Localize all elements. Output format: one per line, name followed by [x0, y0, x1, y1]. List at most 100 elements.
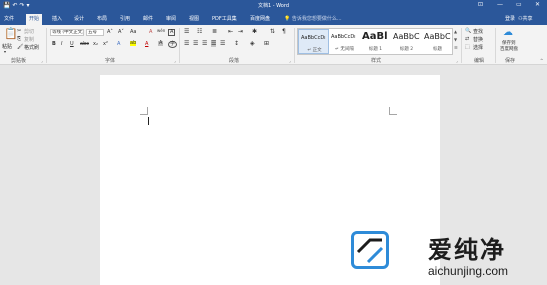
crop-mark-top-left [140, 107, 148, 115]
gallery-more-icon[interactable]: ☰ [454, 45, 458, 50]
group-separator [461, 28, 462, 63]
subscript-button[interactable]: x₂ [93, 41, 98, 47]
style-sample: AaBbC [424, 32, 451, 41]
font-name-combo[interactable]: 等线 (中文正文) [50, 29, 84, 36]
shading-icon[interactable]: ◈ [250, 40, 255, 47]
watermark-logo [351, 231, 389, 269]
style-no-spacing[interactable]: AaBbCcDı ↵ 无间隔 [329, 29, 360, 54]
format-painter-button[interactable]: 格式刷 [24, 44, 39, 51]
superscript-button[interactable]: x² [103, 41, 108, 47]
tab-mailings[interactable]: 邮件 [143, 15, 153, 22]
bold-button[interactable]: B [52, 41, 56, 47]
font-dialog-launcher[interactable]: ⌟ [174, 58, 176, 63]
font-size-combo[interactable]: 五号 [86, 29, 104, 36]
text-effects-button[interactable]: A [117, 41, 120, 47]
line-spacing-icon[interactable]: ↕ [234, 40, 239, 47]
styles-dialog-launcher[interactable]: ⌟ [456, 58, 458, 63]
watermark-url: aichunjing.com [428, 264, 509, 278]
minimize-icon[interactable]: — [497, 1, 503, 8]
style-heading-1[interactable]: AaBl 标题 1 [360, 29, 391, 54]
character-shading-button[interactable]: A [158, 41, 164, 46]
save-to-baidu-button-line2[interactable]: 百度网盘 [500, 46, 518, 52]
phonetic-guide-button[interactable]: wén [157, 28, 165, 33]
close-icon[interactable]: ✕ [535, 1, 540, 8]
decrease-indent-icon[interactable]: ⇤ [228, 28, 233, 35]
tab-review[interactable]: 审阅 [166, 15, 176, 22]
clipboard-dialog-launcher[interactable]: ⌟ [41, 58, 43, 63]
watermark-title: 爱纯净 [428, 236, 506, 264]
style-name: 标题 2 [399, 47, 414, 52]
select-button[interactable]: 选择 [473, 44, 483, 51]
distributed-icon[interactable]: ☰ [220, 40, 225, 47]
tab-pdf-tools[interactable]: PDF工具集 [212, 15, 237, 22]
cut-button[interactable]: 剪切 [24, 28, 34, 35]
tell-me-search[interactable]: 💡 告诉我您想要做什么... [284, 15, 342, 22]
style-name: ↵ 正文 [307, 48, 322, 53]
share-button[interactable]: ⚇共享 [518, 15, 533, 22]
paragraph-dialog-launcher[interactable]: ⌟ [289, 58, 291, 63]
replace-icon[interactable]: ⇄ [465, 36, 469, 43]
increase-indent-icon[interactable]: ⇥ [238, 28, 243, 35]
tab-references[interactable]: 引用 [120, 15, 130, 22]
bullets-icon[interactable]: ☰ [184, 28, 189, 35]
cloud-icon[interactable]: ☁ [503, 28, 513, 38]
justify-icon[interactable]: ☰ [211, 40, 217, 47]
grow-font-button[interactable]: A˄ [107, 29, 113, 35]
styles-gallery: AaBbCcDı ↵ 正文 AaBbCcDı ↵ 无间隔 AaBl 标题 1 A… [297, 28, 453, 55]
tab-design[interactable]: 设计 [74, 15, 84, 22]
tab-view[interactable]: 视图 [189, 15, 199, 22]
numbering-icon[interactable]: ☷ [197, 28, 202, 35]
multilevel-list-icon[interactable]: ≣ [212, 28, 217, 35]
style-sample: AaBbC [393, 32, 420, 41]
font-color-button[interactable]: A [145, 41, 148, 47]
select-icon[interactable]: ⬚ [465, 44, 470, 51]
borders-icon[interactable]: ⊞ [264, 40, 269, 47]
align-center-icon[interactable]: ☰ [193, 40, 198, 47]
gallery-scroll-down-icon[interactable]: ▼ [454, 37, 457, 42]
style-normal[interactable]: AaBbCcDı ↵ 正文 [298, 29, 329, 54]
find-button[interactable]: 查找 [473, 28, 483, 35]
style-sample: AaBl [362, 31, 388, 42]
lightbulb-icon: 💡 [284, 16, 291, 22]
tab-file[interactable]: 文件 [4, 15, 14, 22]
strikethrough-button[interactable]: abc [80, 41, 89, 47]
style-title[interactable]: AaBbC 标题 [422, 29, 453, 54]
tab-insert[interactable]: 插入 [52, 15, 62, 22]
copy-button[interactable]: 复制 [24, 36, 34, 43]
tab-home[interactable]: 开始 [26, 14, 43, 25]
align-left-icon[interactable]: ☰ [184, 40, 189, 47]
align-right-icon[interactable]: ☰ [202, 40, 207, 47]
style-heading-2[interactable]: AaBbC 标题 2 [391, 29, 422, 54]
enclose-characters-button[interactable]: 字 [168, 41, 178, 48]
font-group-label: 字体 [105, 58, 116, 64]
tab-layout[interactable]: 布局 [97, 15, 107, 22]
cut-icon[interactable]: ✂ [17, 28, 21, 35]
sort-icon[interactable]: ⇅ [270, 28, 275, 35]
underline-button[interactable]: U [70, 41, 74, 47]
paste-dropdown-icon[interactable]: ▾ [4, 49, 6, 54]
highlight-color-button[interactable]: ab [130, 41, 137, 46]
shrink-font-button[interactable]: A˅ [118, 29, 124, 35]
change-case-button[interactable]: Aa [130, 29, 136, 35]
group-separator [46, 28, 47, 63]
tab-baidu-netdisk[interactable]: 百度网盘 [250, 15, 270, 22]
ribbon-display-icon[interactable]: ⊡ [478, 1, 483, 8]
gallery-scroll-up-icon[interactable]: ▲ [454, 29, 457, 34]
chinese-layout-icon[interactable]: ✱ [252, 28, 257, 35]
show-marks-icon[interactable]: ¶ [282, 28, 286, 35]
replace-button[interactable]: 替换 [473, 36, 483, 43]
format-painter-icon[interactable]: 🖌 [17, 44, 23, 51]
find-icon[interactable]: 🔍 [465, 28, 471, 35]
paste-icon[interactable]: 📋 [4, 28, 18, 40]
style-name: 标题 1 [368, 47, 383, 52]
tell-me-placeholder: 告诉我您想要做什么... [291, 16, 342, 22]
maximize-icon[interactable]: ▭ [516, 1, 522, 8]
sign-in-link[interactable]: 登录 [505, 15, 515, 22]
window-title: 文档1 - Word [257, 3, 290, 9]
copy-icon[interactable]: ⎘ [17, 36, 21, 43]
character-border-button[interactable]: A [168, 29, 176, 36]
italic-button[interactable]: I [61, 41, 62, 47]
clear-formatting-button[interactable]: A [149, 29, 152, 35]
group-separator [179, 28, 180, 63]
collapse-ribbon-icon[interactable]: ^ [540, 58, 543, 63]
